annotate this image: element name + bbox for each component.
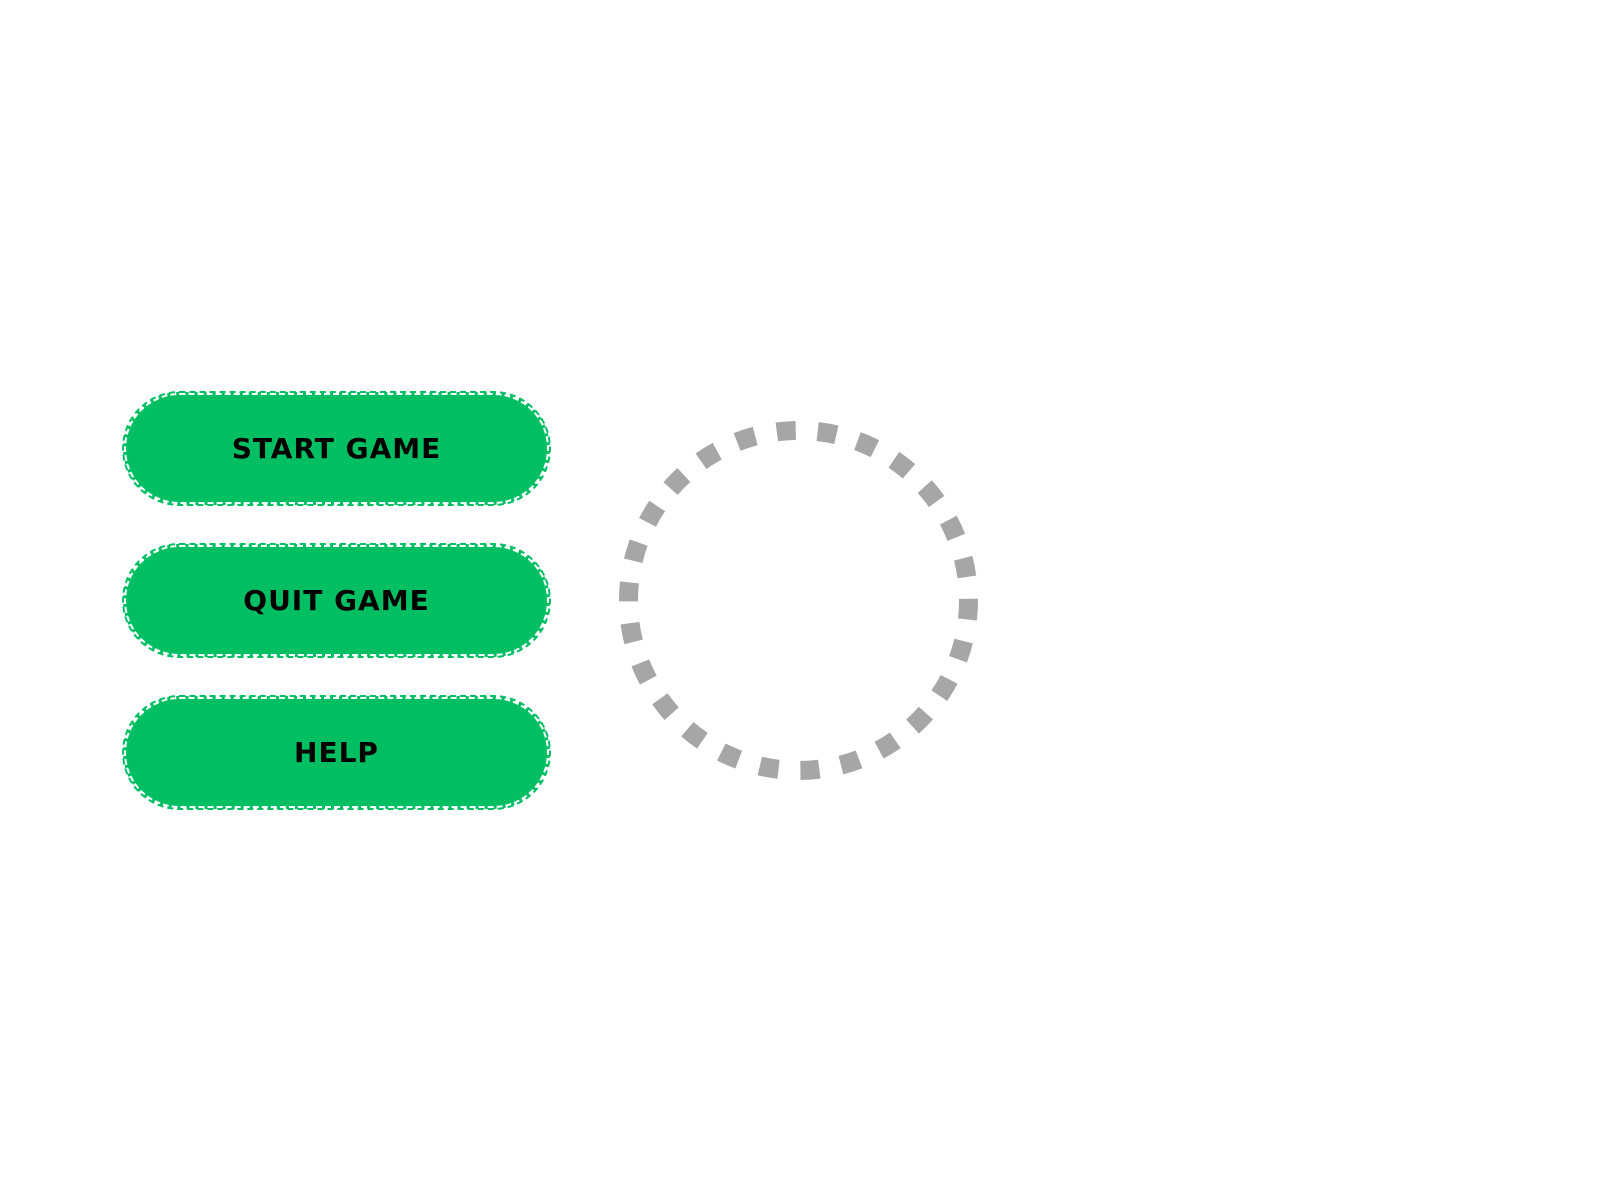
help-button[interactable]: HELP — [122, 695, 551, 810]
help-label: HELP — [294, 736, 379, 769]
main-menu-screen: START GAME QUIT GAME HELP — [0, 0, 1600, 1200]
quit-game-button[interactable]: QUIT GAME — [122, 543, 551, 658]
loading-spinner-icon — [619, 421, 978, 780]
quit-game-label: QUIT GAME — [243, 584, 430, 617]
start-game-label: START GAME — [231, 432, 442, 465]
start-game-button[interactable]: START GAME — [122, 391, 551, 506]
